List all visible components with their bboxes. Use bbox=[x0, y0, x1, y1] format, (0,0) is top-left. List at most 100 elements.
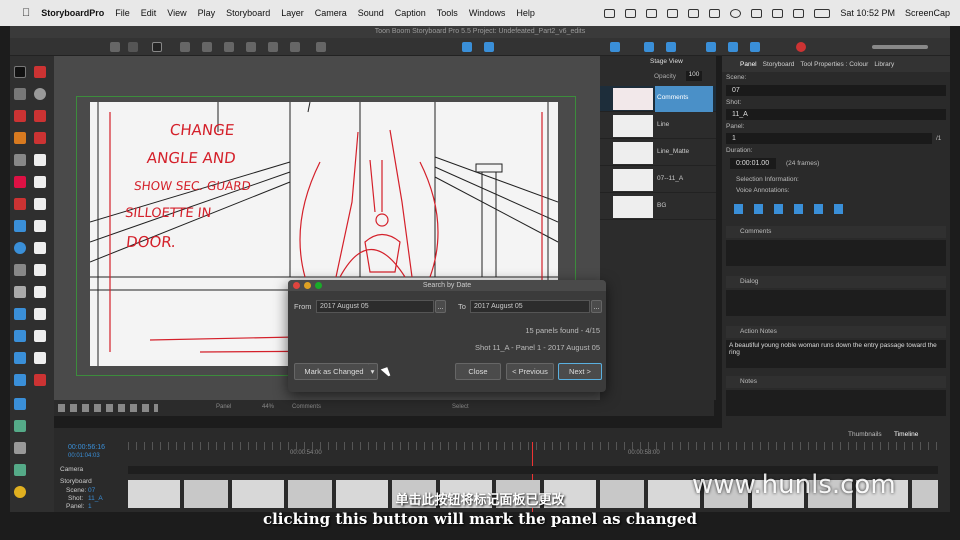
pen-tool-icon[interactable] bbox=[34, 132, 46, 144]
layer-row-comments[interactable]: Comments bbox=[600, 86, 716, 112]
voice-annotation-controls[interactable] bbox=[734, 204, 844, 214]
next-button[interactable]: Next > bbox=[558, 363, 602, 380]
prev-panel-icon[interactable] bbox=[666, 42, 676, 52]
3d-icon[interactable] bbox=[462, 42, 472, 52]
layer-row-line[interactable]: Line bbox=[600, 113, 716, 139]
scene-field[interactable]: 07 bbox=[726, 85, 946, 96]
comments-textarea[interactable] bbox=[726, 240, 946, 266]
polyline-tool-icon[interactable] bbox=[14, 308, 26, 320]
stage-view-tab[interactable]: Stage View bbox=[650, 58, 683, 65]
menu-layer[interactable]: Layer bbox=[281, 8, 304, 18]
zoom-window-button[interactable] bbox=[315, 282, 322, 289]
duration-field[interactable]: 0:00:01.00 bbox=[730, 158, 776, 169]
menu-file[interactable]: File bbox=[115, 8, 130, 18]
rotate-view-icon[interactable] bbox=[14, 352, 26, 364]
status-icon-2[interactable] bbox=[625, 8, 637, 18]
voice-annotations-label[interactable]: Voice Annotations: bbox=[736, 187, 790, 194]
tab-thumbnails[interactable]: Thumbnails bbox=[848, 431, 882, 438]
paint-tool-icon[interactable] bbox=[14, 132, 26, 144]
select-tool-icon[interactable] bbox=[14, 66, 26, 78]
color-swatch-2[interactable] bbox=[34, 176, 46, 188]
selection-info-label[interactable]: Selection Information: bbox=[736, 176, 799, 183]
menu-sound[interactable]: Sound bbox=[358, 8, 384, 18]
battery-icon[interactable] bbox=[814, 8, 831, 18]
minimize-window-button[interactable] bbox=[304, 282, 311, 289]
cutter-tool-icon[interactable] bbox=[14, 198, 26, 210]
notes-textarea[interactable] bbox=[726, 390, 946, 416]
panel-number-field[interactable]: 1 bbox=[726, 133, 932, 144]
zoom-5x-icon[interactable] bbox=[34, 352, 46, 364]
apple-menu-icon[interactable]:  bbox=[22, 7, 30, 19]
wifi-icon[interactable] bbox=[772, 8, 784, 18]
redo-icon[interactable] bbox=[128, 42, 138, 52]
time-machine-icon[interactable] bbox=[730, 8, 742, 18]
dropbox-icon[interactable] bbox=[646, 8, 658, 18]
previous-button[interactable]: < Previous bbox=[506, 363, 554, 380]
tab-storyboard[interactable]: Storyboard bbox=[763, 61, 795, 68]
volume-slider[interactable] bbox=[872, 45, 928, 49]
color-swatch-4[interactable] bbox=[34, 220, 46, 232]
menu-clock[interactable]: Sat 10:52 PM bbox=[840, 8, 895, 18]
status-icon-5[interactable] bbox=[709, 8, 721, 18]
brush-size-large-icon[interactable] bbox=[34, 264, 46, 276]
menu-camera[interactable]: Camera bbox=[315, 8, 347, 18]
time-ruler[interactable] bbox=[128, 442, 938, 450]
zoom-level[interactable]: 44% bbox=[262, 404, 274, 410]
status-icon-1[interactable] bbox=[604, 8, 616, 18]
panel-layout-icon[interactable] bbox=[180, 42, 190, 52]
ellipse-tool-icon[interactable] bbox=[14, 242, 26, 254]
menu-edit[interactable]: Edit bbox=[141, 8, 157, 18]
stage-tool-icons[interactable] bbox=[58, 404, 158, 412]
menu-tools[interactable]: Tools bbox=[437, 8, 458, 18]
contour-tool-icon[interactable] bbox=[14, 88, 26, 100]
status-icon-3[interactable] bbox=[667, 8, 679, 18]
pencil-tool-icon[interactable] bbox=[34, 110, 46, 122]
view-icon-b[interactable] bbox=[246, 42, 256, 52]
zoom-2x-icon[interactable] bbox=[34, 308, 46, 320]
tab-library[interactable]: Library bbox=[874, 61, 894, 68]
zoom-tool-icon[interactable] bbox=[14, 330, 26, 342]
to-date-input[interactable]: 2017 August 05 bbox=[470, 300, 590, 313]
eraser-tool-icon[interactable] bbox=[14, 176, 26, 188]
brush-size-icon[interactable] bbox=[34, 242, 46, 254]
notes-header[interactable]: Notes bbox=[726, 376, 946, 388]
menu-view[interactable]: View bbox=[167, 8, 186, 18]
action-notes-textarea[interactable]: A beautiful young noble woman runs down … bbox=[726, 340, 946, 368]
view-icon-a[interactable] bbox=[224, 42, 234, 52]
play-icon[interactable] bbox=[706, 42, 716, 52]
view-icon-c[interactable] bbox=[268, 42, 278, 52]
grid-icon[interactable] bbox=[202, 42, 212, 52]
record-icon[interactable] bbox=[796, 42, 806, 52]
layer-add-icon[interactable] bbox=[14, 464, 26, 476]
view-icon-e[interactable] bbox=[316, 42, 326, 52]
camera-view-icon[interactable] bbox=[14, 374, 26, 386]
prev-frame-icon[interactable] bbox=[644, 42, 654, 52]
tab-panel[interactable]: Panel bbox=[740, 61, 757, 68]
layer-row-bg[interactable]: BG bbox=[600, 194, 716, 220]
menu-windows[interactable]: Windows bbox=[469, 8, 506, 18]
close-button[interactable]: Close bbox=[455, 363, 501, 380]
shot-field[interactable]: 11_A bbox=[726, 109, 946, 120]
from-date-picker-button[interactable]: ... bbox=[435, 300, 446, 313]
opacity-field[interactable]: 100 bbox=[686, 71, 702, 81]
bluetooth-icon[interactable] bbox=[751, 8, 763, 18]
export-icon[interactable] bbox=[14, 420, 26, 432]
text-tool-icon[interactable] bbox=[14, 154, 26, 166]
sound-icon[interactable] bbox=[750, 42, 760, 52]
mark-as-changed-button[interactable]: Mark as Changed bbox=[294, 363, 374, 380]
stroke-preset-icon[interactable] bbox=[34, 286, 46, 298]
first-frame-icon[interactable] bbox=[610, 42, 620, 52]
menu-play[interactable]: Play bbox=[198, 8, 216, 18]
brush-tool-icon[interactable] bbox=[14, 110, 26, 122]
color-swatch-white[interactable] bbox=[34, 154, 46, 166]
rectangle-tool-icon[interactable] bbox=[14, 220, 26, 232]
layer-row-07-11a[interactable]: 07--11_A bbox=[600, 167, 716, 193]
loop-icon[interactable] bbox=[728, 42, 738, 52]
mark-dropdown-arrow-icon[interactable]: ▾ bbox=[368, 363, 378, 380]
view-icon-d[interactable] bbox=[290, 42, 300, 52]
layer-row-line-matte[interactable]: Line_Matte bbox=[600, 140, 716, 166]
menu-help[interactable]: Help bbox=[516, 8, 535, 18]
status-icon-4[interactable] bbox=[688, 8, 700, 18]
from-date-input[interactable]: 2017 August 05 bbox=[316, 300, 434, 313]
tab-tool-properties[interactable]: Tool Properties : Colour bbox=[800, 61, 868, 68]
